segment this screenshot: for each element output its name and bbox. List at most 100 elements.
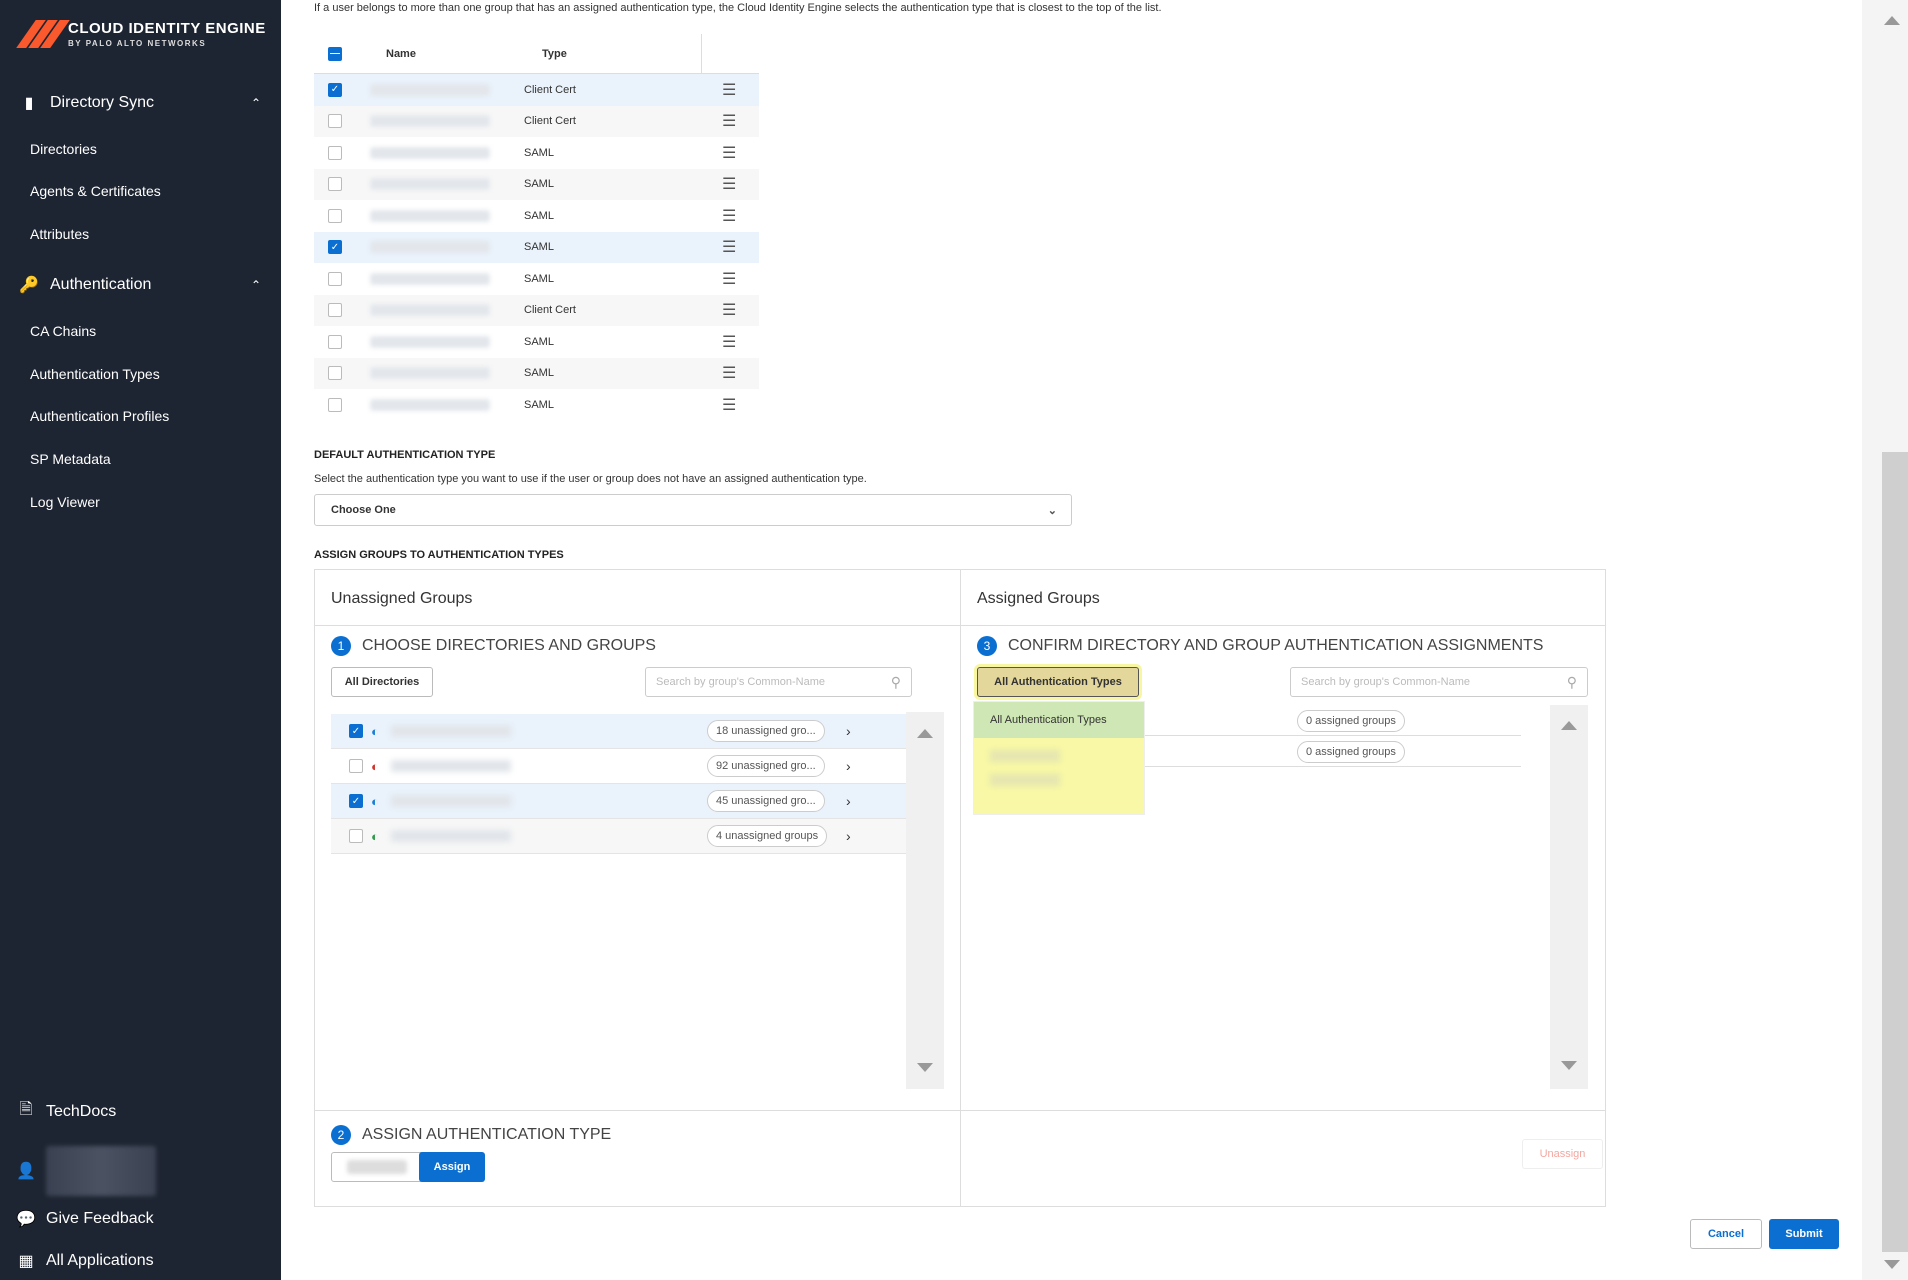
sidebar-item-authentication-profiles[interactable]: Authentication Profiles xyxy=(30,408,169,424)
row-checkbox[interactable] xyxy=(328,271,342,286)
table-row[interactable]: ✓ SAML ☰ xyxy=(314,231,759,263)
table-row[interactable]: ✓ Client Cert ☰ xyxy=(314,74,759,106)
drag-handle-icon[interactable]: ☰ xyxy=(722,206,736,226)
scroll-up-icon[interactable] xyxy=(1884,16,1900,25)
scroll-down-icon[interactable] xyxy=(917,1063,933,1072)
drag-handle-icon[interactable]: ☰ xyxy=(722,237,736,257)
palo-alto-logo-icon xyxy=(16,18,70,50)
table-row[interactable]: SAML ☰ xyxy=(314,200,759,232)
drag-handle-icon[interactable]: ☰ xyxy=(722,363,736,383)
row-checkbox[interactable] xyxy=(328,397,342,412)
cancel-button[interactable]: Cancel xyxy=(1690,1219,1762,1249)
directory-row[interactable]: ✓ ◐ 45 unassigned gro... › xyxy=(331,784,906,819)
assigned-search-input[interactable]: Search by group's Common-Name ⚲ xyxy=(1290,667,1588,697)
sidebar-item-sp-metadata[interactable]: SP Metadata xyxy=(30,451,111,467)
scroll-down-icon[interactable] xyxy=(1561,1061,1577,1070)
drag-handle-icon[interactable]: ☰ xyxy=(722,332,736,352)
scrollbar-thumb[interactable] xyxy=(1882,452,1908,1252)
give-feedback-link[interactable]: 💬 Give Feedback xyxy=(16,1209,154,1229)
select-all-checkbox[interactable]: — xyxy=(328,46,342,61)
sidebar-item-agents-certificates[interactable]: Agents & Certificates xyxy=(30,183,161,199)
table-row[interactable]: SAML ☰ xyxy=(314,137,759,169)
row-checkbox[interactable] xyxy=(328,145,342,160)
auth-type-filter-menu: All Authentication Types xyxy=(973,701,1145,815)
auth-type-redacted xyxy=(347,1160,407,1174)
table-row[interactable]: SAML ☰ xyxy=(314,326,759,358)
chevron-right-icon[interactable]: › xyxy=(846,723,851,739)
techdocs-link[interactable]: 🗎 TechDocs xyxy=(16,1098,117,1125)
row-checkbox[interactable] xyxy=(328,303,342,318)
auth-type-cell: Client Cert xyxy=(524,304,576,317)
filter-option-all[interactable]: All Authentication Types xyxy=(974,702,1144,738)
drag-handle-icon[interactable]: ☰ xyxy=(722,395,736,415)
directory-checkbox[interactable] xyxy=(349,759,363,773)
nav-section-directory-sync[interactable]: ▮ Directory Sync ⌃ xyxy=(0,86,281,120)
sidebar-item-attributes[interactable]: Attributes xyxy=(30,226,89,242)
sync-status-gauge-icon: ◐ xyxy=(371,723,379,739)
directory-checkbox[interactable]: ✓ xyxy=(349,724,363,738)
directory-row[interactable]: ✓ ◐ 18 unassigned gro... › xyxy=(331,714,906,749)
chevron-right-icon[interactable]: › xyxy=(846,793,851,809)
auth-type-select[interactable] xyxy=(331,1152,423,1182)
sidebar-item-ca-chains[interactable]: CA Chains xyxy=(30,323,96,339)
scroll-up-icon[interactable] xyxy=(917,729,933,738)
directory-checkbox[interactable] xyxy=(349,829,363,843)
table-row[interactable]: SAML ☰ xyxy=(314,263,759,295)
step-number: 2 xyxy=(331,1125,351,1145)
sidebar-item-log-viewer[interactable]: Log Viewer xyxy=(30,494,100,510)
assigned-groups-title: Assigned Groups xyxy=(977,590,1100,607)
unassigned-count-pill: 45 unassigned gro... xyxy=(707,790,825,812)
chevron-right-icon[interactable]: › xyxy=(846,758,851,774)
header-type: Type xyxy=(542,47,567,60)
filter-option-redacted[interactable] xyxy=(990,774,1060,786)
assign-button[interactable]: Assign xyxy=(419,1152,485,1182)
row-checkbox[interactable] xyxy=(328,334,342,349)
row-checkbox[interactable]: ✓ xyxy=(328,240,342,255)
unassign-button[interactable]: Unassign xyxy=(1522,1139,1603,1169)
sidebar-item-authentication-types[interactable]: Authentication Types xyxy=(30,366,160,382)
assigned-list-scrollbar[interactable] xyxy=(1550,705,1588,1089)
sidebar-item-directories[interactable]: Directories xyxy=(30,141,97,157)
drag-handle-icon[interactable]: ☰ xyxy=(722,269,736,289)
chevron-right-icon[interactable]: › xyxy=(846,828,851,844)
directory-row[interactable]: ◐ 4 unassigned groups › xyxy=(331,819,906,854)
row-checkbox[interactable]: ✓ xyxy=(328,82,342,97)
table-header: — Name Type xyxy=(314,34,759,74)
page-scrollbar[interactable] xyxy=(1862,0,1908,1280)
all-directories-button[interactable]: All Directories xyxy=(331,667,433,697)
directory-list: ✓ ◐ 18 unassigned gro... › ◐ 92 unassigned gr… xyxy=(331,714,906,854)
row-checkbox[interactable] xyxy=(328,114,342,129)
table-row[interactable]: SAML ☰ xyxy=(314,168,759,200)
directory-checkbox[interactable]: ✓ xyxy=(349,794,363,808)
drag-handle-icon[interactable]: ☰ xyxy=(722,174,736,194)
sidebar: CLOUD IDENTITY ENGINE BY PALO ALTO NETWO… xyxy=(0,0,281,1280)
user-menu[interactable]: 👤 xyxy=(16,1146,156,1196)
row-checkbox[interactable] xyxy=(328,177,342,192)
step-1-header: 1 CHOOSE DIRECTORIES AND GROUPS xyxy=(331,636,656,656)
auth-type-filter-button[interactable]: All Authentication Types xyxy=(977,667,1139,697)
drag-handle-icon[interactable]: ☰ xyxy=(722,143,736,163)
scroll-down-icon[interactable] xyxy=(1884,1260,1900,1269)
row-checkbox[interactable] xyxy=(328,366,342,381)
step-2-header: 2 ASSIGN AUTHENTICATION TYPE xyxy=(331,1125,611,1145)
default-auth-select-value: Choose One xyxy=(331,504,396,516)
unassigned-search-input[interactable]: Search by group's Common-Name ⚲ xyxy=(645,667,912,697)
scroll-up-icon[interactable] xyxy=(1561,721,1577,730)
nav-section-authentication[interactable]: 🔑 Authentication ⌃ xyxy=(0,268,281,302)
drag-handle-icon[interactable]: ☰ xyxy=(722,111,736,131)
table-row[interactable]: SAML ☰ xyxy=(314,357,759,389)
drag-handle-icon[interactable]: ☰ xyxy=(722,300,736,320)
table-row[interactable]: Client Cert ☰ xyxy=(314,105,759,137)
row-checkbox[interactable] xyxy=(328,208,342,223)
table-row[interactable]: Client Cert ☰ xyxy=(314,294,759,326)
drag-handle-icon[interactable]: ☰ xyxy=(722,80,736,100)
directory-list-scrollbar[interactable] xyxy=(906,712,944,1089)
default-auth-select[interactable]: Choose One ⌄ xyxy=(314,494,1072,526)
directory-row[interactable]: ◐ 92 unassigned gro... › xyxy=(331,749,906,784)
assigned-groups-panel: Assigned Groups 3 CONFIRM DIRECTORY AND … xyxy=(961,570,1605,1206)
group-name-redacted xyxy=(370,398,490,411)
all-applications-link[interactable]: ▦ All Applications xyxy=(16,1251,153,1271)
table-row[interactable]: SAML ☰ xyxy=(314,389,759,421)
filter-option-redacted[interactable] xyxy=(990,750,1060,762)
submit-button[interactable]: Submit xyxy=(1769,1219,1839,1249)
